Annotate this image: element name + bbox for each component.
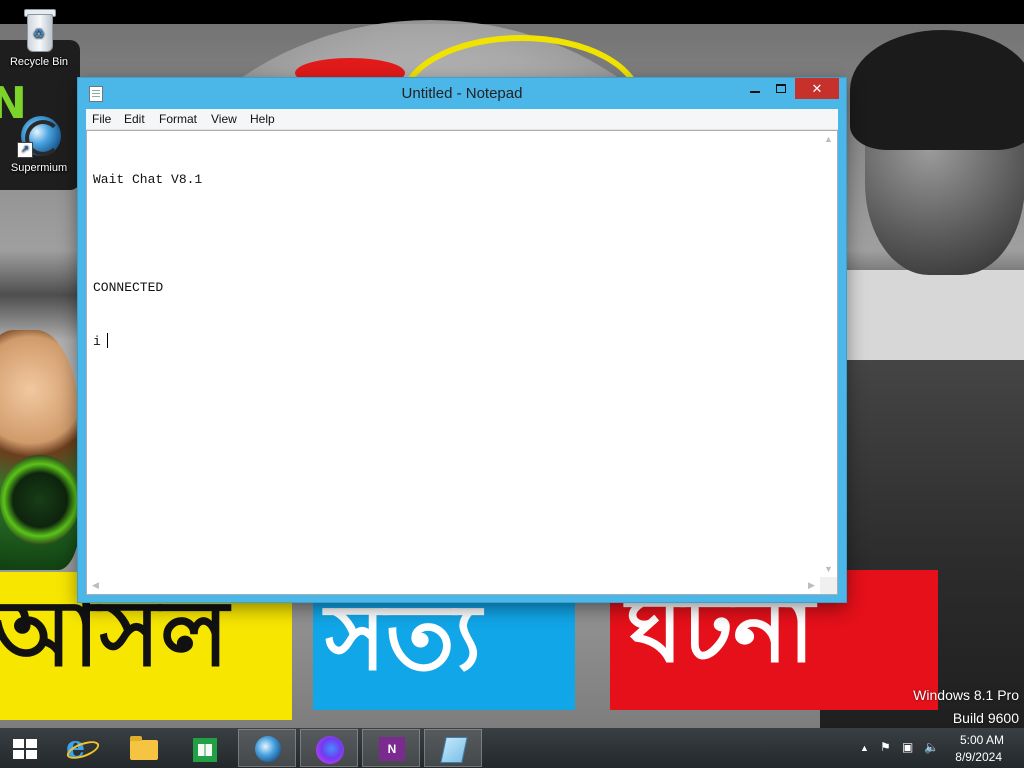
scroll-left-icon[interactable]: ◀ (87, 577, 104, 594)
taskbar-firefox[interactable] (300, 729, 358, 767)
minimize-button[interactable] (742, 78, 768, 99)
scroll-down-icon[interactable]: ▼ (820, 561, 837, 578)
desktop-screen: N আসল সত্য ঘটনা ♻ Recycle Bin ↗ Supermiu… (0, 0, 1024, 768)
taskbar-file-explorer[interactable] (114, 729, 172, 767)
wallpaper-top-band (0, 0, 1024, 24)
text-caret (106, 333, 108, 348)
horizontal-scrollbar[interactable]: ◀ ▶ (87, 577, 820, 594)
text-line (93, 225, 202, 243)
wallpaper-cartoon-watch (0, 455, 80, 545)
desktop-icon-recycle-bin[interactable]: ♻ Recycle Bin (1, 6, 77, 68)
desktop-icon-label: Supermium (10, 162, 68, 174)
text-line: Wait Chat V8.1 (93, 172, 203, 187)
maximize-button[interactable] (768, 78, 794, 99)
watermark-edition: Windows 8.1 Pro (913, 687, 1019, 703)
banner-blue-text: সত্য (325, 584, 482, 691)
store-icon (190, 734, 220, 762)
desktop-icon-supermium[interactable]: ↗ Supermium (1, 112, 77, 174)
recycle-bin-icon: ♻ (19, 6, 59, 54)
taskbar-store[interactable] (176, 729, 234, 767)
supermium-browser-icon (252, 734, 282, 762)
windows-watermark: Windows 8.1 Pro Build 9600 (913, 684, 1019, 730)
scroll-right-icon[interactable]: ▶ (803, 577, 820, 594)
menu-edit[interactable]: Edit (124, 112, 145, 126)
system-tray: ▲ ⚑ ▣ 🔈 5:00 AM 8/9/2024 (844, 728, 1024, 768)
desktop-icon-label: Recycle Bin (9, 56, 69, 68)
portrait-collar (840, 270, 1024, 360)
text-editor[interactable]: Wait Chat V8.1 CONNECTED i ▲ ▼ ◀ ▶ (86, 130, 838, 595)
file-explorer-icon (128, 734, 158, 762)
menu-help[interactable]: Help (250, 112, 275, 126)
taskbar-supermium[interactable] (238, 729, 296, 767)
vertical-scrollbar[interactable]: ▲ ▼ (820, 131, 837, 578)
text-line-current: i (93, 333, 202, 351)
network-icon[interactable]: ▣ (902, 740, 913, 754)
menu-file[interactable]: File (92, 112, 111, 126)
firefox-icon (314, 734, 344, 764)
text-line-content: i (93, 334, 101, 349)
editor-text[interactable]: Wait Chat V8.1 CONNECTED i (93, 135, 202, 387)
text-line: CONNECTED (93, 280, 164, 295)
show-hidden-icons-chevron-icon[interactable]: ▲ (860, 743, 869, 753)
menu-bar: File Edit Format View Help (86, 109, 838, 130)
clock-time[interactable]: 5:00 AM (960, 733, 1004, 747)
close-button[interactable]: ✕ (795, 78, 839, 99)
portrait-hair (850, 30, 1024, 150)
internet-explorer-icon: e (64, 733, 102, 763)
notepad-window: Untitled - Notepad ✕ File Edit Format Vi… (78, 78, 846, 602)
scrollbar-corner (820, 577, 837, 594)
start-button[interactable] (0, 729, 50, 767)
shortcut-arrow-icon: ↗ (17, 142, 33, 158)
volume-muted-icon[interactable]: 🔈 (924, 740, 939, 754)
window-title: Untitled - Notepad (401, 85, 523, 102)
taskbar-notepad[interactable] (424, 729, 482, 767)
scroll-up-icon[interactable]: ▲ (820, 131, 837, 148)
menu-format[interactable]: Format (159, 112, 197, 126)
menu-view[interactable]: View (211, 112, 237, 126)
action-center-flag-icon[interactable]: ⚑ (880, 740, 891, 754)
taskbar-onenote[interactable]: N (362, 729, 420, 767)
taskbar-internet-explorer[interactable]: e (52, 729, 110, 767)
clock-date[interactable]: 8/9/2024 (955, 750, 1002, 764)
supermium-browser-icon: ↗ (17, 112, 61, 160)
notepad-icon (438, 734, 468, 763)
title-bar[interactable]: Untitled - Notepad ✕ (78, 78, 846, 109)
taskbar: e N ▲ ⚑ ▣ 🔈 5:00 AM 8/9/2024 (0, 728, 1024, 768)
watermark-build: Build 9600 (952, 710, 1019, 726)
windows-logo-icon (13, 739, 37, 759)
onenote-glyph: N (379, 737, 405, 761)
onenote-icon: N (376, 734, 406, 762)
close-icon: ✕ (811, 81, 823, 96)
